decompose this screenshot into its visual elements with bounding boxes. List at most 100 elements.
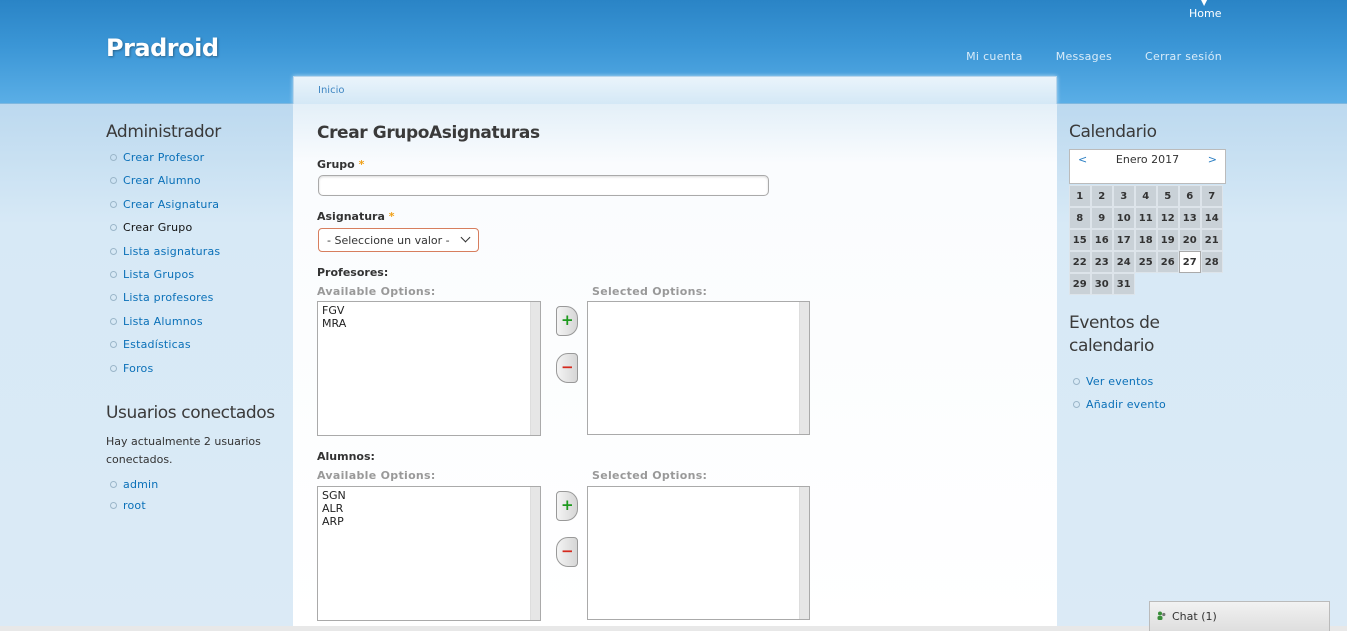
menu-item-label[interactable]: Crear Grupo — [123, 221, 192, 234]
calendar-next-button[interactable]: > — [1208, 153, 1217, 166]
calendar-day[interactable]: 6 — [1179, 185, 1201, 207]
menu-item-label[interactable]: Lista Grupos — [123, 268, 194, 281]
menu-item-crear-alumno[interactable]: Crear Alumno — [106, 174, 286, 197]
menu-item-lista-alumnos[interactable]: Lista Alumnos — [106, 315, 286, 338]
breadcrumb-inicio[interactable]: Inicio — [318, 85, 344, 96]
menu-item-anadir-evento[interactable]: Añadir evento — [1069, 398, 1166, 421]
menu-item-label[interactable]: Crear Asignatura — [123, 198, 219, 211]
menu-item-lista-profesores[interactable]: Lista profesores — [106, 291, 286, 314]
page-bottom-strip — [0, 626, 1347, 631]
alumnos-selected-list[interactable] — [587, 486, 810, 620]
calendar-day[interactable]: 21 — [1201, 229, 1223, 251]
menu-item-estadisticas[interactable]: Estadísticas — [106, 338, 286, 361]
menu-item-label[interactable]: Estadísticas — [123, 338, 191, 351]
calendar-day[interactable]: 31 — [1113, 273, 1135, 295]
nav-home[interactable]: Home — [1189, 7, 1221, 20]
calendar-day[interactable]: 10 — [1113, 207, 1135, 229]
calendar-day[interactable]: 7 — [1201, 185, 1223, 207]
list-option[interactable]: ARP — [322, 515, 536, 528]
menu-item-label[interactable]: Ver eventos — [1086, 375, 1153, 388]
profesores-remove-button[interactable]: − — [556, 353, 578, 383]
calendar-day[interactable]: 12 — [1157, 207, 1179, 229]
site-name[interactable]: Pradroid — [106, 34, 219, 62]
menu-item-label[interactable]: Crear Profesor — [123, 151, 204, 164]
calendar-block-title: Calendario — [1069, 122, 1157, 142]
menu-item-crear-grupo[interactable]: Crear Grupo — [106, 221, 286, 244]
calendar-day[interactable]: 28 — [1201, 251, 1223, 273]
calendar-day[interactable]: 20 — [1179, 229, 1201, 251]
alumnos-available-list[interactable]: SGN ALR ARP — [317, 486, 541, 621]
calendar-day[interactable]: 11 — [1135, 207, 1157, 229]
calendar-day[interactable]: 9 — [1091, 207, 1113, 229]
scrollbar[interactable] — [530, 487, 540, 620]
user-link[interactable]: root — [123, 499, 146, 512]
list-option[interactable]: SGN — [322, 489, 536, 502]
profesores-add-button[interactable]: + — [556, 306, 578, 336]
calendar-day[interactable]: 30 — [1091, 273, 1113, 295]
calendar-day[interactable]: 18 — [1135, 229, 1157, 251]
list-option[interactable]: MRA — [322, 317, 536, 330]
menu-item-label[interactable]: Lista Alumnos — [123, 315, 203, 328]
profesores-selected-list[interactable] — [587, 301, 810, 435]
menu-item-ver-eventos[interactable]: Ver eventos — [1069, 375, 1166, 398]
alumnos-remove-button[interactable]: − — [556, 537, 578, 567]
scrollbar[interactable] — [799, 487, 809, 619]
plus-icon: + — [561, 496, 574, 514]
menu-item-lista-grupos[interactable]: Lista Grupos — [106, 268, 286, 291]
scrollbar[interactable] — [799, 302, 809, 434]
required-mark: * — [358, 158, 365, 171]
alumnos-add-button[interactable]: + — [556, 491, 578, 521]
menu-item-label[interactable]: Añadir evento — [1086, 398, 1166, 411]
chat-bar[interactable]: Chat (1) — [1149, 601, 1330, 631]
calendar-day[interactable]: 25 — [1135, 251, 1157, 273]
list-option[interactable]: ALR — [322, 502, 536, 515]
page-title: Crear GrupoAsignaturas — [317, 123, 540, 143]
calendar-day[interactable]: 24 — [1113, 251, 1135, 273]
calendar-day[interactable]: 5 — [1157, 185, 1179, 207]
calendar-day[interactable]: 22 — [1069, 251, 1091, 273]
calendar-day[interactable]: 26 — [1157, 251, 1179, 273]
calendar-day[interactable]: 19 — [1157, 229, 1179, 251]
online-user-item[interactable]: admin — [106, 478, 286, 499]
nav-messages[interactable]: Messages — [1056, 50, 1112, 63]
users-block-title: Usuarios conectados — [106, 402, 275, 423]
profesores-available-list[interactable]: FGV MRA — [317, 301, 541, 436]
menu-item-label[interactable]: Lista profesores — [123, 291, 214, 304]
alumnos-label: Alumnos: — [317, 450, 375, 463]
user-link[interactable]: admin — [123, 478, 158, 491]
calendar-day[interactable]: 1 — [1069, 185, 1091, 207]
menu-item-foros[interactable]: Foros — [106, 362, 286, 385]
main-content: Crear GrupoAsignaturas Grupo * Asignatur… — [293, 104, 1057, 631]
calendar-day[interactable]: 16 — [1091, 229, 1113, 251]
calendar-day[interactable]: 14 — [1201, 207, 1223, 229]
calendar: < Enero 2017 > 1 2 3 4 5 6 7 8 9 10 11 12 13 14 15 16 17… — [1069, 149, 1226, 297]
calendar-day[interactable]: 29 — [1069, 273, 1091, 295]
calendar-day[interactable]: 8 — [1069, 207, 1091, 229]
menu-item-label[interactable]: Crear Alumno — [123, 174, 201, 187]
menu-item-crear-asignatura[interactable]: Crear Asignatura — [106, 198, 286, 221]
chat-label: Chat (1) — [1172, 610, 1217, 623]
nav-mi-cuenta[interactable]: Mi cuenta — [966, 50, 1023, 63]
calendar-month: Enero 2017 — [1115, 153, 1180, 166]
list-option[interactable]: FGV — [322, 304, 536, 317]
scrollbar[interactable] — [530, 302, 540, 435]
asignatura-select[interactable]: - Seleccione un valor - — [318, 228, 479, 252]
menu-item-lista-asignaturas[interactable]: Lista asignaturas — [106, 245, 286, 268]
calendar-day[interactable]: 4 — [1135, 185, 1157, 207]
calendar-day[interactable]: 27 — [1179, 251, 1201, 273]
alumnos-available-label: Available Options: — [317, 469, 436, 482]
calendar-day[interactable]: 23 — [1091, 251, 1113, 273]
grupo-input[interactable] — [318, 175, 769, 196]
calendar-day[interactable]: 3 — [1113, 185, 1135, 207]
menu-item-label[interactable]: Lista asignaturas — [123, 245, 220, 258]
menu-item-label[interactable]: Foros — [123, 362, 153, 375]
asignatura-select-value: - Seleccione un valor - — [327, 234, 450, 247]
profesores-label: Profesores: — [317, 266, 389, 279]
nav-cerrar-sesion[interactable]: Cerrar sesión — [1145, 50, 1222, 63]
menu-item-crear-profesor[interactable]: Crear Profesor — [106, 151, 286, 174]
calendar-day[interactable]: 17 — [1113, 229, 1135, 251]
calendar-day[interactable]: 15 — [1069, 229, 1091, 251]
calendar-day[interactable]: 2 — [1091, 185, 1113, 207]
online-user-item[interactable]: root — [106, 499, 286, 520]
calendar-day[interactable]: 13 — [1179, 207, 1201, 229]
